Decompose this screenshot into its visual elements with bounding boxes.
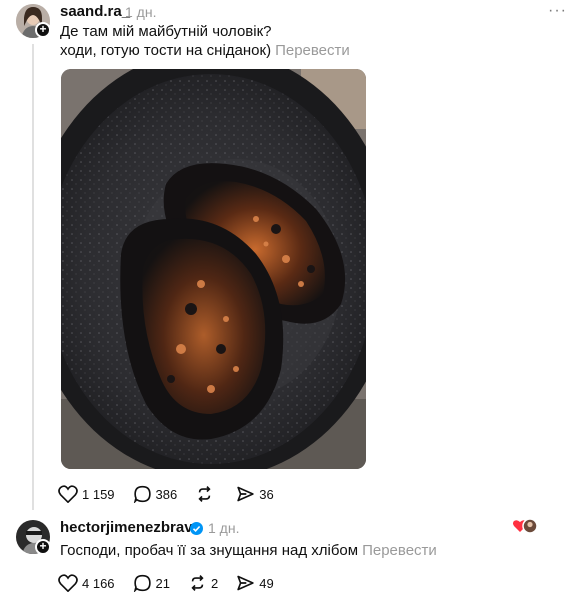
post-text-line: Господи, пробач її за знущання над хлібо… bbox=[60, 541, 437, 561]
follow-plus-icon[interactable]: + bbox=[35, 539, 51, 555]
share-button[interactable]: 36 bbox=[236, 485, 274, 503]
post-text: ходи, готую тости на сніданок) bbox=[60, 42, 272, 59]
comment-count: 21 bbox=[155, 575, 171, 591]
comment-icon bbox=[133, 485, 151, 503]
post-text: Господи, пробач її за знущання над хлібо… bbox=[60, 542, 359, 559]
post-actions: 1 159 386 36 bbox=[58, 485, 292, 503]
comment-button[interactable]: 386 bbox=[133, 485, 178, 503]
share-count: 49 bbox=[259, 575, 274, 591]
liked-by-author-icon bbox=[512, 518, 538, 539]
post-saandra: + saand.ra_ 1 дн. ··· Де там мій майбутн… bbox=[0, 0, 586, 510]
verified-badge-icon bbox=[190, 522, 203, 535]
follow-plus-icon[interactable]: + bbox=[35, 22, 51, 38]
post-time: 1 дн. bbox=[125, 4, 157, 20]
repost-count: 2 bbox=[211, 575, 219, 591]
repost-icon bbox=[198, 486, 211, 502]
share-button[interactable]: 49 bbox=[236, 574, 274, 592]
comment-icon bbox=[133, 574, 151, 592]
like-button[interactable]: 1 159 bbox=[58, 485, 115, 503]
repost-button[interactable]: 2 bbox=[188, 574, 218, 592]
post-username[interactable]: hectorjimenezbravo bbox=[60, 519, 202, 536]
repost-icon bbox=[191, 575, 204, 591]
repost-button[interactable] bbox=[195, 485, 218, 503]
translate-link[interactable]: Перевести bbox=[362, 542, 437, 559]
post-username[interactable]: saand.ra_ bbox=[60, 3, 130, 20]
heart-icon bbox=[58, 574, 78, 592]
post-time: 1 дн. bbox=[208, 520, 240, 536]
post-photo[interactable] bbox=[61, 69, 366, 469]
thread-line bbox=[32, 44, 34, 510]
like-count: 4 166 bbox=[82, 575, 115, 591]
post-text-line-2: ходи, готую тости на сніданок) Перевести bbox=[60, 41, 350, 61]
send-icon bbox=[237, 575, 254, 591]
send-icon bbox=[237, 486, 254, 502]
more-options-icon[interactable]: ··· bbox=[548, 2, 567, 20]
share-count: 36 bbox=[259, 486, 274, 502]
burnt-toast-pan-photo-icon bbox=[61, 69, 366, 469]
like-button[interactable]: 4 166 bbox=[58, 574, 115, 592]
post-actions: 4 166 21 2 49 bbox=[58, 574, 292, 592]
translate-link[interactable]: Перевести bbox=[275, 42, 350, 59]
post-text-line-1: Де там мій майбутній чоловік? bbox=[60, 23, 272, 40]
like-count: 1 159 bbox=[82, 486, 115, 502]
post-hectorjimenezbravo: + hectorjimenezbravo 1 дн. Господи, проб… bbox=[0, 510, 586, 600]
heart-icon bbox=[58, 485, 78, 503]
comment-button[interactable]: 21 bbox=[133, 574, 170, 592]
comment-count: 386 bbox=[155, 486, 178, 502]
